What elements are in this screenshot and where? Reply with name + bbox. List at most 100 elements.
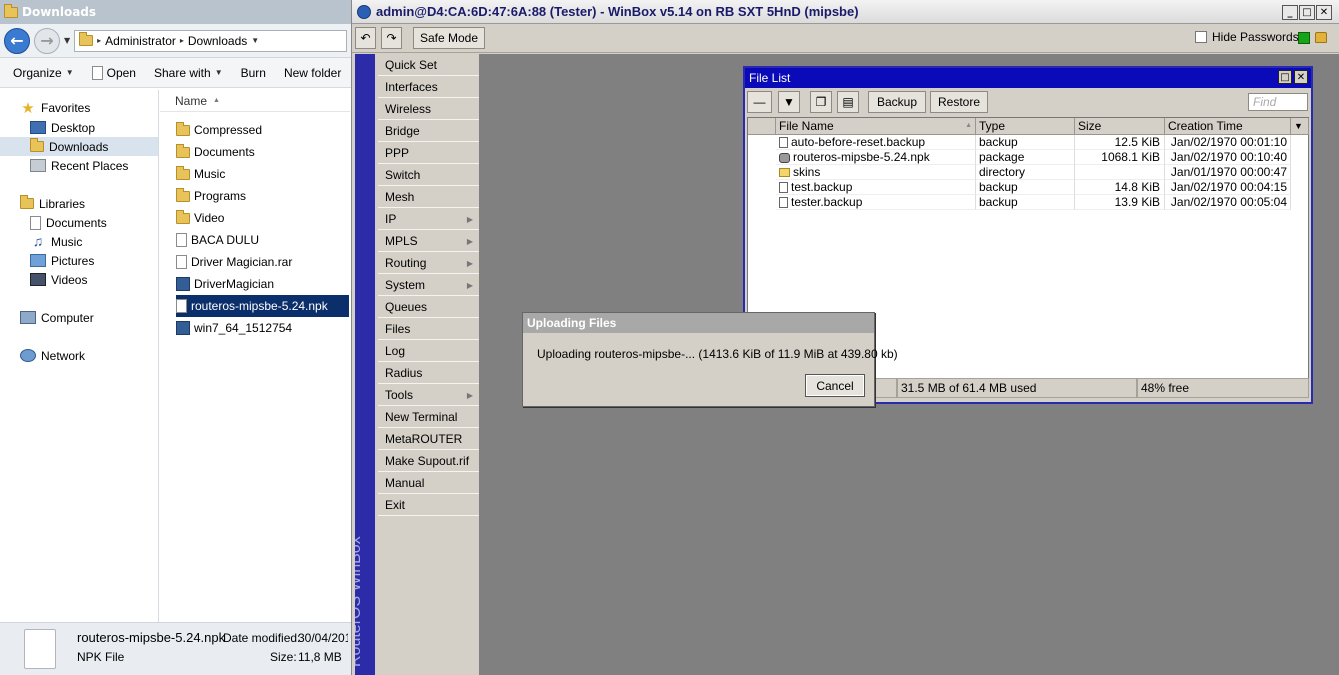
name-column-header[interactable]: Name ▲ <box>160 90 350 112</box>
menu-item-label: Manual <box>385 476 425 490</box>
chevron-down-icon: ▼ <box>65 68 74 77</box>
history-dropdown-icon[interactable]: ▼ <box>64 36 70 45</box>
cell-text: auto-before-reset.backup <box>791 135 926 149</box>
menu-item-radius[interactable]: Radius <box>378 363 479 384</box>
nav-computer[interactable]: Computer <box>20 308 94 327</box>
menu-item-interfaces[interactable]: Interfaces <box>378 77 479 98</box>
file-row[interactable]: Programs <box>176 185 349 207</box>
file-row[interactable]: Documents <box>176 141 349 163</box>
cell-text: backup <box>979 135 1018 149</box>
column-header-file-name[interactable]: File Name ▲ <box>776 118 976 135</box>
menu-item-metarouter[interactable]: MetaROUTER <box>378 429 479 450</box>
new-folder-button[interactable]: New folder <box>284 66 341 80</box>
nav-documents[interactable]: Documents <box>30 213 107 232</box>
column-header-size[interactable]: Size <box>1075 118 1165 135</box>
file-row[interactable]: Compressed <box>176 119 349 141</box>
nav-desktop[interactable]: Desktop <box>30 118 95 137</box>
menu-item-new-terminal[interactable]: New Terminal <box>378 407 479 428</box>
breadcrumb-administrator[interactable]: Administrator <box>105 34 176 48</box>
checkbox-box[interactable] <box>1195 31 1207 43</box>
filter-button[interactable]: ▼ <box>778 91 800 113</box>
remove-button[interactable]: — <box>747 91 772 113</box>
column-header-type[interactable]: Type <box>976 118 1075 135</box>
nav-libraries[interactable]: Libraries <box>20 194 85 213</box>
winbox-title-bar: admin@D4:CA:6D:47:6A:88 (Tester) - WinBo… <box>352 0 1339 24</box>
restore-button[interactable]: Restore <box>930 91 988 113</box>
file-row[interactable]: Video <box>176 207 349 229</box>
find-input[interactable]: Find <box>1248 93 1308 111</box>
uploading-files-dialog: Uploading Files Uploading routeros-mipsb… <box>522 312 898 407</box>
nav-pictures[interactable]: Pictures <box>30 251 94 270</box>
breadcrumb-downloads[interactable]: Downloads <box>188 34 247 48</box>
cell-size: 12.5 KiB <box>1075 135 1165 150</box>
organize-button[interactable]: Organize ▼ <box>13 66 74 80</box>
hide-passwords-checkbox[interactable]: Hide Passwords <box>1195 30 1299 44</box>
cell-name: auto-before-reset.backup <box>776 135 976 150</box>
menu-item-make-supout-rif[interactable]: Make Supout.rif <box>378 451 479 472</box>
menu-item-files[interactable]: Files <box>378 319 479 340</box>
address-box[interactable]: ▸ Administrator ▸ Downloads ▼ <box>74 29 347 52</box>
back-button[interactable]: ← <box>4 27 30 54</box>
nav-label: Recent Places <box>51 158 129 173</box>
undo-button[interactable]: ↶ <box>355 27 376 49</box>
file-row[interactable]: Driver Magician.rar <box>176 251 349 273</box>
menu-item-exit[interactable]: Exit <box>378 495 479 516</box>
name-header-label: Name <box>175 93 208 108</box>
details-date-value: 30/04/201 <box>298 631 348 645</box>
submenu-arrow-icon: ▶ <box>466 390 473 400</box>
explorer-title-bar: Downloads <box>0 0 351 24</box>
nav-videos[interactable]: Videos <box>30 270 87 289</box>
nav-favorites[interactable]: ★ Favorites <box>20 98 90 117</box>
redo-button[interactable]: ↷ <box>381 27 402 49</box>
menu-item-wireless[interactable]: Wireless <box>378 99 479 120</box>
explorer-address-bar: ← → ▼ ▸ Administrator ▸ Downloads ▼ <box>0 24 351 58</box>
menu-item-mesh[interactable]: Mesh <box>378 187 479 208</box>
menu-item-tools[interactable]: Tools ▶ <box>378 385 479 406</box>
chevron-down-icon: ▼ <box>214 68 223 77</box>
menu-item-quick-set[interactable]: Quick Set <box>378 55 479 76</box>
menu-item-queues[interactable]: Queues <box>378 297 479 318</box>
open-button[interactable]: Open <box>91 65 136 80</box>
file-list-maximize-button[interactable]: □ <box>1278 70 1292 84</box>
breadcrumb-chevron-icon[interactable]: ▸ <box>180 36 184 45</box>
menu-item-mpls[interactable]: MPLS ▶ <box>378 231 479 252</box>
minimize-button[interactable]: _ <box>1282 5 1298 20</box>
menu-item-routing[interactable]: Routing ▶ <box>378 253 479 274</box>
menu-item-switch[interactable]: Switch <box>378 165 479 186</box>
file-row[interactable]: Music <box>176 163 349 185</box>
menu-item-log[interactable]: Log <box>378 341 479 362</box>
breadcrumb-chevron-icon[interactable]: ▸ <box>97 36 101 45</box>
nav-downloads[interactable]: Downloads <box>0 137 158 156</box>
column-header-creation-time[interactable]: Creation Time <box>1165 118 1291 135</box>
recent-places-icon <box>30 159 46 172</box>
file-row[interactable]: BACA DULU <box>176 229 349 251</box>
copy-button[interactable]: ❐ <box>810 91 832 113</box>
menu-item-ppp[interactable]: PPP <box>378 143 479 164</box>
menu-item-bridge[interactable]: Bridge <box>378 121 479 142</box>
paste-button[interactable]: ▤ <box>837 91 859 113</box>
backup-button[interactable]: Backup <box>868 91 926 113</box>
column-chooser-button[interactable]: ▼ <box>1291 118 1309 135</box>
burn-button[interactable]: Burn <box>241 66 266 80</box>
close-button[interactable]: ✕ <box>1316 5 1332 20</box>
menu-item-system[interactable]: System ▶ <box>378 275 479 296</box>
safe-mode-button[interactable]: Safe Mode <box>413 27 485 49</box>
cancel-button[interactable]: Cancel <box>805 374 865 397</box>
file-row[interactable]: DriverMagician <box>176 273 349 295</box>
cell-text: 12.5 KiB <box>1114 135 1160 149</box>
file-list-close-button[interactable]: ✕ <box>1294 70 1308 84</box>
folder-icon <box>79 32 94 46</box>
forward-button[interactable]: → <box>34 27 60 54</box>
file-icon <box>779 197 788 209</box>
file-row[interactable]: win7_64_1512754 <box>176 317 349 339</box>
nav-music[interactable]: ♫ Music <box>30 232 83 251</box>
menu-item-manual[interactable]: Manual <box>378 473 479 494</box>
share-with-button[interactable]: Share with ▼ <box>154 66 223 80</box>
nav-recent-places[interactable]: Recent Places <box>30 156 128 175</box>
maximize-button[interactable]: □ <box>1299 5 1315 20</box>
nav-network[interactable]: Network <box>20 346 85 365</box>
explorer-toolbar: Organize ▼ Open Share with ▼ Burn New fold… <box>0 58 351 88</box>
breadcrumb-dropdown-icon[interactable]: ▼ <box>251 36 259 45</box>
menu-item-ip[interactable]: IP ▶ <box>378 209 479 230</box>
file-row[interactable]: routeros-mipsbe-5.24.npk <box>176 295 349 317</box>
